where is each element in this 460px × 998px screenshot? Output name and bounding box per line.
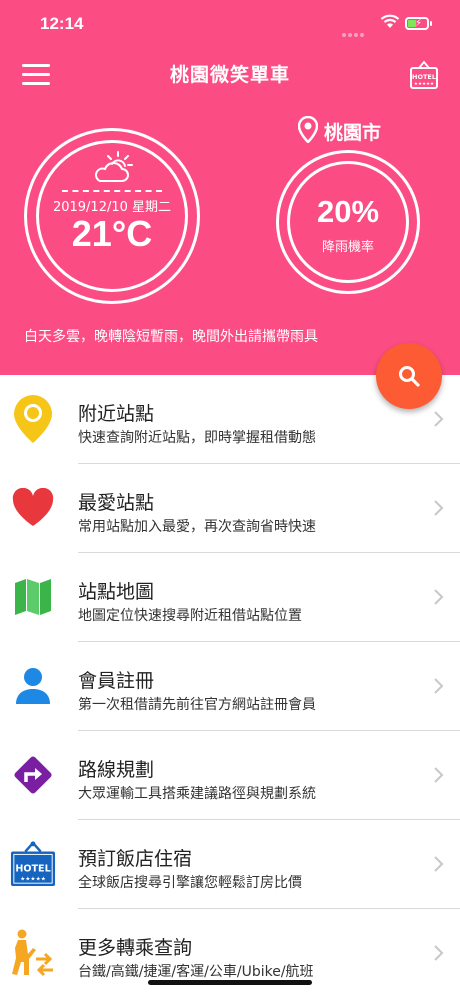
hotel-sign-label: HOTEL	[412, 73, 436, 81]
location-label[interactable]: 桃園市	[297, 115, 382, 147]
menu-item-title: 會員註冊	[78, 670, 155, 692]
chevron-right-icon	[434, 411, 444, 431]
menu-list: 附近站點 快速查詢附近站點，即時掌握租借動態 最愛站點 常用站點加入最愛，再次查…	[0, 375, 460, 998]
search-button[interactable]	[376, 343, 442, 409]
heart-icon	[10, 482, 56, 534]
city-name: 桃園市	[324, 122, 382, 144]
chevron-right-icon	[434, 678, 444, 698]
directions-icon	[10, 749, 56, 801]
menu-item-description: 全球飯店搜尋引擎讓您輕鬆訂房比價	[78, 875, 302, 891]
wifi-icon	[380, 14, 400, 33]
menu-item-title: 最愛站點	[78, 492, 155, 514]
map-icon	[10, 571, 56, 623]
menu-item-description: 地圖定位快速搜尋附近租借站點位置	[78, 608, 302, 624]
status-bar: 12:14 ⚡	[0, 0, 460, 50]
hotel-sign-icon[interactable]: HOTEL ★★★★★	[410, 60, 438, 90]
menu-item-title: 附近站點	[78, 403, 155, 425]
home-indicator[interactable]	[148, 980, 312, 985]
status-time: 12:14	[40, 14, 84, 33]
search-icon	[399, 366, 420, 387]
menu-item-title: 站點地圖	[78, 581, 155, 603]
menu-item-description: 第一次租借請先前往官方網站註冊會員	[78, 697, 316, 713]
menu-item-title: 預訂飯店住宿	[78, 848, 193, 870]
partly-cloudy-icon	[92, 150, 134, 188]
menu-item-title: 路線規劃	[78, 759, 155, 781]
menu-item-member-register[interactable]: 會員註冊 第一次租借請先前往官方網站註冊會員	[0, 642, 460, 731]
rain-label: 降雨機率	[321, 240, 374, 255]
transfer-icon	[10, 927, 56, 979]
chevron-right-icon	[434, 500, 444, 520]
map-pin-icon	[297, 115, 319, 147]
menu-item-description: 常用站點加入最愛，再次查詢省時快速	[78, 519, 316, 535]
hotel-icon-label: HOTEL	[15, 864, 50, 875]
menu-item-hotel-booking[interactable]: HOTEL ★★★★★ 預訂飯店住宿 全球飯店搜尋引擎讓您輕鬆訂房比價	[0, 820, 460, 909]
hotel-icon: HOTEL ★★★★★	[10, 838, 56, 890]
chevron-right-icon	[434, 856, 444, 876]
signal-icon	[342, 22, 366, 41]
menu-item-description: 大眾運輸工具搭乘建議路徑與規劃系統	[78, 786, 316, 802]
user-icon	[10, 660, 56, 712]
battery-tip	[430, 21, 432, 26]
menu-item-station-map[interactable]: 站點地圖 地圖定位快速搜尋附近租借站點位置	[0, 553, 460, 642]
location-pin-icon	[10, 393, 56, 445]
menu-item-description: 快速查詢附近站點，即時掌握租借動態	[78, 430, 316, 446]
chevron-right-icon	[434, 589, 444, 609]
hotel-icon-stars: ★★★★★	[20, 875, 46, 882]
weather-divider	[62, 190, 162, 192]
app-title: 桃園微笑單車	[169, 64, 290, 86]
hotel-sign-stars: ★★★★★	[414, 81, 434, 87]
menu-item-route-planning[interactable]: 路線規劃 大眾運輸工具搭乘建議路徑與規劃系統	[0, 731, 460, 820]
menu-item-favorite-stations[interactable]: 最愛站點 常用站點加入最愛，再次查詢省時快速	[0, 464, 460, 553]
chevron-right-icon	[434, 767, 444, 787]
forecast-text: 白天多雲，晚轉陰短暫雨，晚間外出請攜帶雨具	[24, 329, 318, 345]
rain-percent: 20%	[316, 194, 380, 229]
chevron-right-icon	[434, 945, 444, 965]
menu-item-description: 台鐵/高鐵/捷運/客運/公車/Ubike/航班	[78, 964, 314, 980]
header-banner: 12:14 ⚡ 桃園微笑單車 HOTEL ★★★★★ 2019/12/10 星期…	[0, 0, 460, 375]
battery-icon: ⚡	[405, 17, 429, 30]
temperature: 21°C	[71, 213, 153, 254]
menu-item-title: 更多轉乘查詢	[78, 937, 193, 959]
